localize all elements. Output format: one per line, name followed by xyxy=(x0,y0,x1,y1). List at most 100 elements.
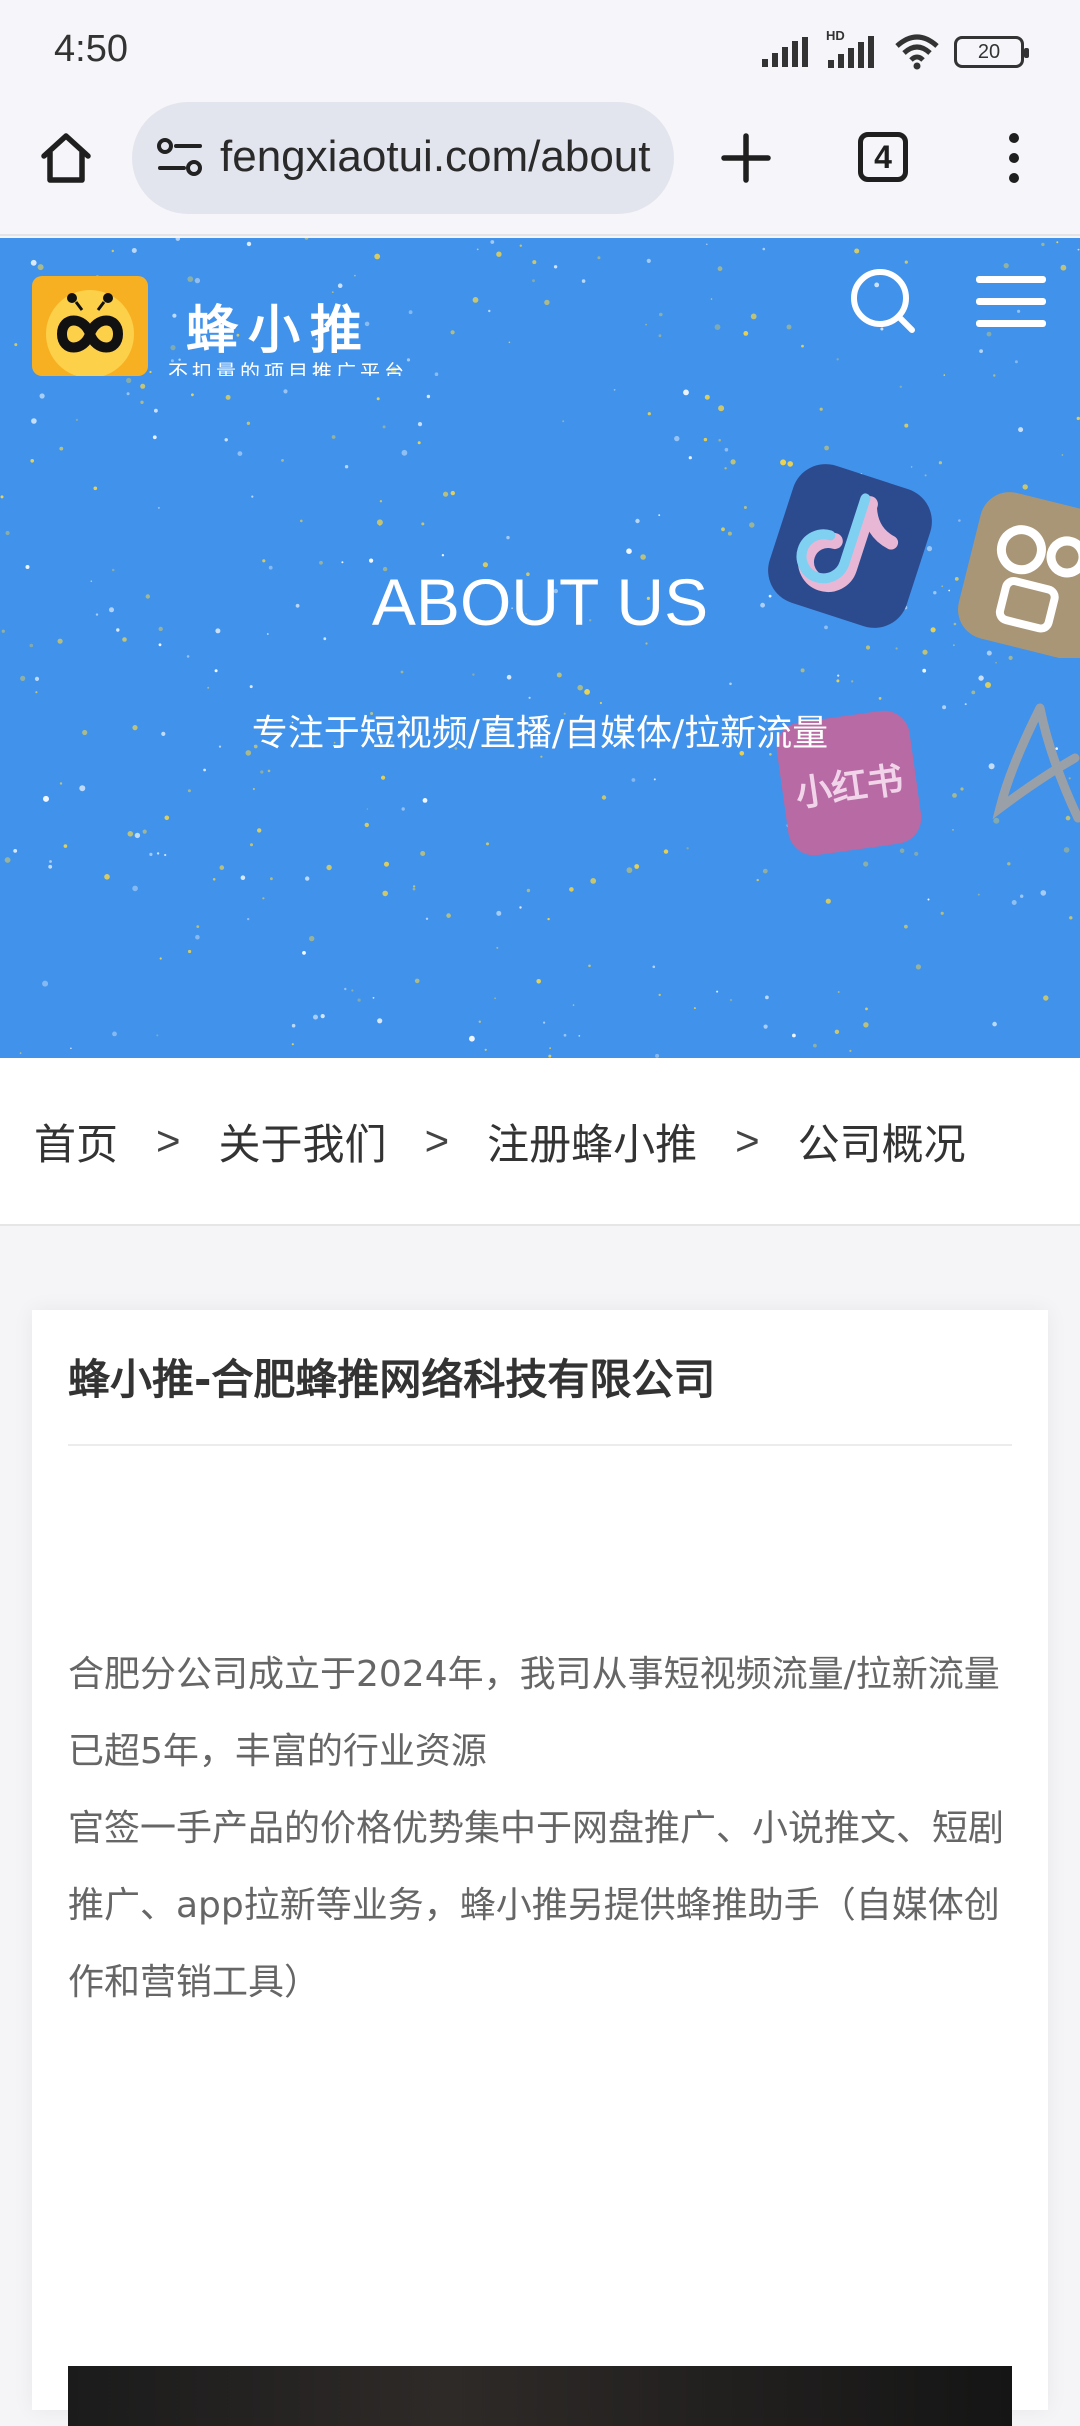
logo-slogan: 不扣量的项目推广平台 xyxy=(168,360,408,376)
speckle xyxy=(251,495,254,498)
breadcrumb-company-overview[interactable]: 公司概况 xyxy=(798,1111,966,1172)
speckle xyxy=(813,1043,817,1048)
speckle xyxy=(267,769,271,773)
speckle xyxy=(401,449,408,456)
speckle xyxy=(1061,454,1064,456)
speckle xyxy=(354,274,356,277)
site-info-icon[interactable] xyxy=(156,136,204,180)
breadcrumb-about[interactable]: 关于我们 xyxy=(219,1111,387,1172)
speckle xyxy=(640,554,646,560)
speckle xyxy=(70,1047,72,1050)
speckle xyxy=(140,383,146,389)
speckle xyxy=(132,885,138,892)
speckle xyxy=(382,425,386,429)
speckle xyxy=(344,465,349,469)
speckle xyxy=(127,831,134,837)
speckle xyxy=(526,888,531,893)
speckle xyxy=(563,1033,567,1037)
speckle-decoration xyxy=(0,238,1080,1058)
speckle xyxy=(376,519,383,526)
breadcrumb-separator: > xyxy=(156,1117,181,1164)
search-button[interactable] xyxy=(848,266,920,338)
speckle xyxy=(613,389,616,391)
speckle xyxy=(4,857,11,863)
speckle xyxy=(0,495,4,499)
url-text: fengxiaotui.com/about xyxy=(220,132,651,181)
speckle xyxy=(112,1031,117,1037)
home-button[interactable] xyxy=(36,128,96,188)
breadcrumb-register[interactable]: 注册蜂小推 xyxy=(487,1111,697,1172)
article-title: 蜂小推-合肥蜂推网络科技有限公司 xyxy=(68,1355,716,1404)
speckle xyxy=(374,253,381,260)
hero-banner: 蜂小推 不扣量的项目推广平台 小红书 ABOUT US 专注于短视频/直播/自媒… xyxy=(0,238,1080,1058)
speckle xyxy=(262,897,265,900)
speckle xyxy=(59,782,63,785)
logo[interactable] xyxy=(32,276,148,376)
speckle xyxy=(581,279,586,283)
speckle xyxy=(658,514,661,516)
speckle xyxy=(674,435,680,442)
speckle xyxy=(414,978,420,984)
speckle xyxy=(422,798,428,803)
speckle xyxy=(262,559,266,563)
menu-button[interactable] xyxy=(976,276,1046,328)
speckle xyxy=(249,685,253,689)
speckle xyxy=(1060,264,1067,271)
speckle xyxy=(377,1018,383,1024)
speckle xyxy=(953,644,955,647)
divider xyxy=(68,1444,1012,1446)
speckle xyxy=(626,867,633,874)
breadcrumb: 首页 > 关于我们 > 注册蜂小推 > 公司概况 xyxy=(0,1058,1080,1226)
speckle xyxy=(543,1021,546,1024)
speckle xyxy=(425,917,429,920)
speckle xyxy=(506,674,512,680)
speckle xyxy=(408,310,413,315)
speckle xyxy=(992,1021,997,1027)
speckle xyxy=(1018,427,1024,433)
speckle xyxy=(187,789,191,793)
browser-menu-button[interactable] xyxy=(1000,128,1028,188)
speckle xyxy=(420,851,426,856)
tab-switcher-button[interactable]: 4 xyxy=(858,132,908,182)
speckle xyxy=(536,979,541,984)
speckle xyxy=(635,518,640,524)
speckle xyxy=(421,522,425,526)
speckle xyxy=(1040,890,1047,896)
speckle xyxy=(490,240,495,244)
speckle xyxy=(93,486,98,491)
article-card: 蜂小推-合肥蜂推网络科技有限公司 合肥分公司成立于2024年，我司从事短视频流量… xyxy=(32,1310,1048,2426)
speckle xyxy=(653,778,656,781)
address-bar[interactable]: fengxiaotui.com/about xyxy=(132,102,674,214)
speckle xyxy=(704,394,710,400)
speckle xyxy=(19,1052,22,1054)
speckle xyxy=(652,965,656,969)
speckle xyxy=(196,925,200,928)
speckle xyxy=(13,849,18,853)
speckle xyxy=(1003,263,1009,269)
speckle xyxy=(257,828,262,833)
speckle xyxy=(154,408,158,413)
speckle xyxy=(765,995,769,1000)
speckle xyxy=(304,238,309,240)
speckle xyxy=(246,241,252,247)
speckle xyxy=(381,775,386,780)
breadcrumb-home[interactable]: 首页 xyxy=(34,1111,118,1172)
speckle xyxy=(401,807,405,811)
new-tab-button[interactable] xyxy=(716,128,776,188)
speckle xyxy=(212,878,216,881)
speckle xyxy=(762,247,766,251)
speckle xyxy=(1056,241,1059,244)
speckle xyxy=(172,313,177,318)
speckle xyxy=(904,260,908,264)
speckle xyxy=(486,842,489,846)
speckle xyxy=(834,1029,840,1034)
speckle xyxy=(43,795,49,802)
speckle xyxy=(75,418,78,421)
speckle xyxy=(1007,862,1011,866)
speckle xyxy=(5,530,10,536)
speckle xyxy=(686,847,689,850)
search-icon xyxy=(851,269,915,333)
speckle xyxy=(519,244,522,247)
speckle xyxy=(1011,900,1017,905)
speckle xyxy=(940,911,944,915)
